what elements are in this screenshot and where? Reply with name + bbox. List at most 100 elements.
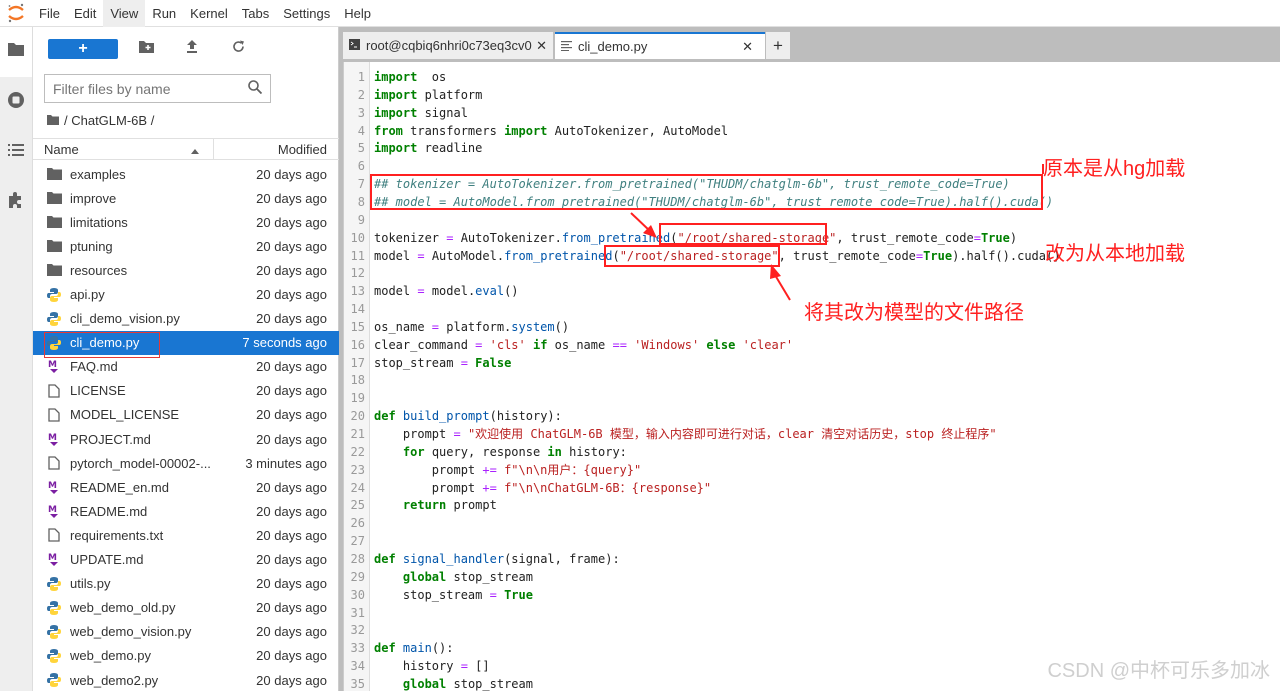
file-row[interactable]: M README.md 20 days ago: [33, 499, 339, 523]
file-row[interactable]: ptuning 20 days ago: [33, 234, 339, 258]
file-row[interactable]: web_demo_old.py 20 days ago: [33, 596, 339, 620]
file-icon: [46, 527, 62, 543]
commented-hf-loading-highlight: [370, 174, 1043, 210]
upload-icon: [186, 40, 198, 58]
model-path-highlight: [604, 245, 780, 267]
file-row[interactable]: M FAQ.md 20 days ago: [33, 355, 339, 379]
name-column-header[interactable]: Name: [33, 139, 214, 159]
code-line: def main():: [374, 639, 454, 657]
tab-terminal[interactable]: root@cqbiq6nhri0c73eq3cv0 ✕: [343, 32, 553, 59]
refresh-button[interactable]: [215, 37, 261, 61]
svg-text:M: M: [48, 553, 57, 563]
menu-run[interactable]: Run: [145, 0, 183, 27]
new-launcher-button[interactable]: +: [48, 39, 118, 59]
menu-edit[interactable]: Edit: [67, 0, 103, 27]
file-row[interactable]: cli_demo_vision.py 20 days ago: [33, 307, 339, 331]
close-icon[interactable]: ✕: [536, 38, 547, 54]
file-row[interactable]: M README_en.md 20 days ago: [33, 475, 339, 499]
code-token: for: [402, 444, 425, 459]
breadcrumb-path[interactable]: / ChatGLM-6B /: [64, 113, 154, 128]
close-icon[interactable]: ✕: [742, 39, 753, 55]
code-line: stop_stream = True: [374, 586, 533, 604]
file-modified: 20 days ago: [256, 479, 327, 495]
line-number: 34: [350, 659, 365, 674]
name-header-label: Name: [44, 141, 79, 157]
file-browser-tab[interactable]: [0, 27, 32, 77]
file-icon: [46, 407, 62, 423]
line-number: 16: [350, 337, 365, 352]
menu-settings[interactable]: Settings: [276, 0, 337, 27]
menu-kernel[interactable]: Kernel: [183, 0, 235, 27]
file-row[interactable]: web_demo2.py 20 days ago: [33, 668, 339, 692]
code-token: =: [460, 355, 468, 370]
code-token: ): [1009, 230, 1018, 245]
modified-column-header[interactable]: Modified: [214, 139, 339, 159]
new-tab-button[interactable]: +: [766, 32, 790, 59]
code-token: +=: [482, 480, 497, 495]
code-token: def: [374, 641, 396, 656]
file-row[interactable]: requirements.txt 20 days ago: [33, 523, 339, 547]
file-row[interactable]: LICENSE 20 days ago: [33, 379, 339, 403]
file-row[interactable]: resources 20 days ago: [33, 258, 339, 282]
line-number: 24: [350, 480, 365, 495]
file-row[interactable]: api.py 20 days ago: [33, 282, 339, 306]
file-row[interactable]: M PROJECT.md 20 days ago: [33, 427, 339, 451]
line-number: 2: [357, 87, 365, 102]
menu-tabs[interactable]: Tabs: [235, 0, 276, 27]
file-modified: 20 days ago: [256, 576, 327, 592]
menu-help[interactable]: Help: [337, 0, 378, 27]
file-filter-input[interactable]: Filter files by name: [44, 74, 271, 103]
file-browser: + Filter files by name / ChatGLM-6B / Na…: [33, 27, 339, 691]
markdown-file-icon: M: [46, 503, 62, 519]
code-token: (): [504, 284, 519, 299]
upload-button[interactable]: [169, 37, 215, 61]
main-area: root@cqbiq6nhri0c73eq3cv0 ✕ cli_demo.py …: [339, 27, 1280, 691]
code-token: =: [973, 230, 981, 245]
code-token: ():: [431, 641, 454, 656]
file-modified: 20 days ago: [256, 383, 327, 399]
code-line: global stop_stream: [374, 675, 533, 693]
annotation-path-note: 将其改为模型的文件路径: [804, 302, 1024, 324]
code-line: for query, response in history:: [374, 443, 627, 461]
file-row[interactable]: web_demo_vision.py 20 days ago: [33, 620, 339, 644]
file-row[interactable]: improve 20 days ago: [33, 186, 339, 210]
code-token: in: [547, 444, 562, 459]
new-folder-button[interactable]: [123, 37, 169, 61]
line-number: 20: [350, 409, 365, 424]
code-line: clear_command = 'cls' if os_name == 'Win…: [374, 336, 793, 354]
breadcrumb: / ChatGLM-6B /: [33, 111, 338, 129]
file-list: examples 20 days ago improve 20 days ago lim…: [33, 162, 339, 692]
python-file-icon: [46, 576, 62, 592]
file-name: web_demo_vision.py: [70, 624, 192, 640]
watermark: CSDN @中杯可乐多加冰: [1047, 660, 1270, 682]
file-row[interactable]: examples 20 days ago: [33, 162, 339, 186]
line-number: 29: [350, 569, 365, 584]
extension-manager-tab[interactable]: [0, 177, 32, 227]
code-token: platform.: [439, 319, 512, 334]
file-row[interactable]: limitations 20 days ago: [33, 210, 339, 234]
file-name: utils.py: [70, 576, 111, 592]
home-folder-icon[interactable]: [47, 113, 59, 128]
code-token: if: [532, 337, 548, 352]
file-row[interactable]: pytorch_model-00002-... 3 minutes ago: [33, 451, 339, 475]
file-row[interactable]: MODEL_LICENSE 20 days ago: [33, 403, 339, 427]
running-sessions-tab[interactable]: [0, 77, 32, 127]
code-token: os_name: [374, 319, 432, 334]
file-browser-toolbar: +: [33, 27, 338, 71]
running-icon: [7, 91, 25, 114]
code-token: readline: [417, 141, 483, 156]
file-row[interactable]: M UPDATE.md 20 days ago: [33, 548, 339, 572]
menu-view[interactable]: View: [103, 0, 146, 27]
table-of-contents-tab[interactable]: [0, 127, 32, 177]
file-row[interactable]: cli_demo.py 7 seconds ago: [33, 330, 339, 358]
code-token: =: [417, 248, 425, 263]
file-name: PROJECT.md: [70, 431, 151, 447]
file-row[interactable]: utils.py 20 days ago: [33, 572, 339, 596]
menu-file[interactable]: File: [32, 0, 67, 27]
tab-cli-demo[interactable]: cli_demo.py ✕: [555, 32, 765, 59]
svg-text:M: M: [48, 433, 57, 443]
file-row[interactable]: web_demo.py 20 days ago: [33, 644, 339, 668]
